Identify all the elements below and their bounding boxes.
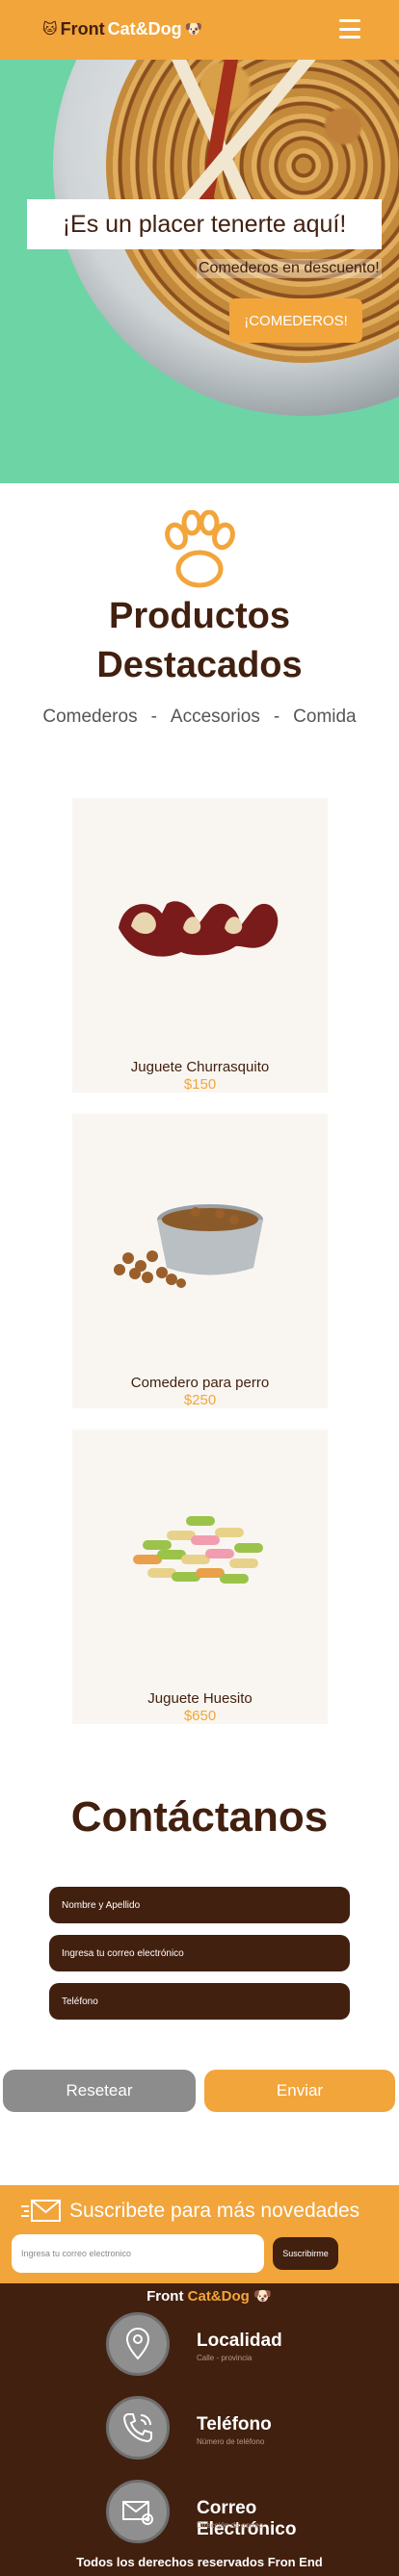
product-name: Juguete Huesito [147,1690,253,1707]
cat-icon: 🐱 [127,2288,143,2305]
product-price: $250 [183,1392,217,1408]
footer-item-email[interactable]: Correo Electrónico Dirección de correo [106,2480,357,2543]
hero-banner: ¡Es un placer tenerte aquí! Comederos en… [0,60,399,483]
newsletter-title: Suscribete para más novedades [69,2200,360,2222]
send-button[interactable]: Enviar [204,2070,395,2112]
product-card[interactable]: Comedero para perro $250 [72,1114,328,1408]
brand-catdog: Cat&Dog [107,19,182,39]
paw-icon [165,510,235,588]
email-field[interactable] [49,1935,350,1971]
dog-icon: 🐶 [253,2288,272,2305]
product-price: $150 [183,1076,217,1093]
hero-subtitle: Comederos en descuento! [197,259,382,278]
comederos-button[interactable]: ¡COMEDEROS! [229,298,362,343]
email-icon [122,2501,153,2525]
dog-bowl-image [114,1204,263,1288]
cat-icon: 🐱 [42,21,58,38]
footer: 🐱 Front Cat&Dog 🐶 Localidad Calle - prov… [0,2283,399,2576]
product-card[interactable]: Juguete Huesito $650 [72,1430,328,1724]
hamburger-icon[interactable] [339,19,360,39]
product-name: Juguete Churrasquito [130,1059,270,1075]
newsletter-email-input[interactable] [12,2234,264,2273]
product-price: $650 [183,1708,217,1724]
phone-field[interactable] [49,1983,350,2020]
footer-item-phone[interactable]: Teléfono Número de teléfono [106,2396,357,2460]
brand-logo[interactable]: 🐱 Front Cat&Dog 🐶 [42,19,202,39]
category-accesorios[interactable]: Accesorios [171,707,260,728]
subscribe-button[interactable]: Suscribirme [273,2237,338,2270]
envelope-icon [21,2200,61,2222]
products-title: Productos Destacados [96,596,303,685]
bone-treats-image [133,1516,263,1584]
name-field[interactable] [49,1887,350,1923]
phone-icon [122,2413,152,2443]
footer-item-location[interactable]: Localidad Calle - provincia [106,2312,357,2376]
contact-title: Contáctanos [70,1793,329,1841]
footer-brand[interactable]: 🐱 Front Cat&Dog 🐶 [0,2287,399,2305]
copyright-text: Todos los derechos reservados Fron End [76,2555,323,2569]
hero-title: ¡Es un placer tenerte aquí! [27,199,382,249]
navbar: 🐱 Front Cat&Dog 🐶 [0,0,399,60]
newsletter-bar: Suscribete para más novedades Suscribirm… [0,2185,399,2283]
product-name: Comedero para perro [130,1375,270,1391]
product-card[interactable]: Juguete Churrasquito $150 [72,798,328,1093]
reset-button[interactable]: Resetear [3,2070,196,2112]
category-comederos[interactable]: Comederos [42,707,137,728]
brand-front: Front [60,19,105,39]
location-pin-icon [125,2328,150,2360]
category-comida[interactable]: Comida [293,707,356,728]
category-filter: Comederos - Accesorios - Comida [42,707,357,728]
dog-icon: 🐶 [184,21,203,38]
steak-toy-image [119,901,279,957]
